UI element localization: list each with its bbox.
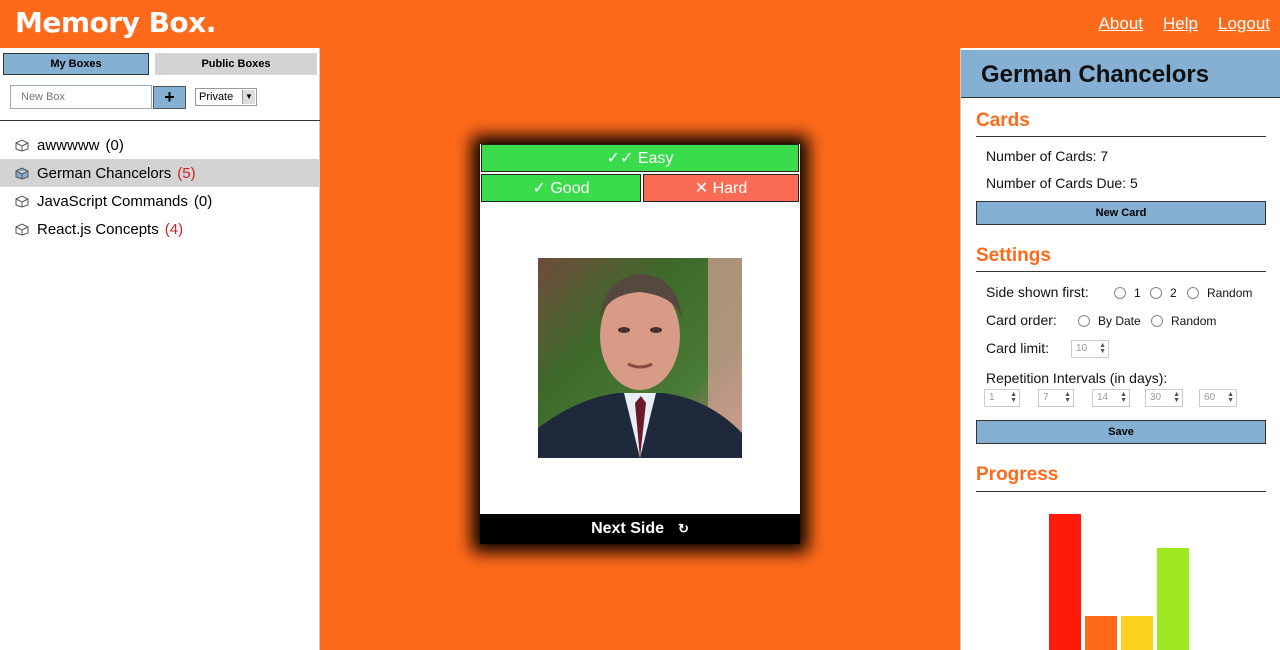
nav-help-link[interactable]: Help: [1163, 14, 1198, 34]
box-name: German Chancelors: [37, 164, 172, 182]
repetition-intervals-label: Repetition Intervals (in days):: [986, 370, 1168, 386]
hard-button[interactable]: ✕ Hard: [643, 174, 799, 202]
top-nav: About Help Logout: [1099, 14, 1270, 34]
app-logo: Memory Box.: [15, 6, 216, 39]
flashcard: ✓✓ Easy ✓ Good ✕ Hard Next Side ↻: [480, 144, 800, 544]
box-details-panel: German Chancelors Cards Number of Cards:…: [960, 48, 1280, 650]
card-portrait-image: [538, 258, 742, 458]
interval-value: 14: [1097, 392, 1109, 403]
settings-heading: Settings: [976, 245, 1051, 266]
box-item-german-chancelors[interactable]: German Chancelors (5): [0, 159, 320, 187]
side-2-radio[interactable]: [1150, 287, 1162, 299]
tab-public-boxes[interactable]: Public Boxes: [155, 53, 317, 75]
boxes-sidebar: My Boxes Public Boxes + Private ▼ awwwww…: [0, 48, 320, 650]
interval-2-input[interactable]: 7 ▲ ▼: [1038, 389, 1074, 407]
cards-heading: Cards: [976, 110, 1030, 131]
cards-rule: [976, 136, 1266, 137]
box-item-awwwww[interactable]: awwwww (0): [0, 131, 320, 159]
stepper-icon: ▲ ▼: [1173, 391, 1180, 404]
interval-value: 1: [989, 392, 995, 403]
box-due-count: (4): [164, 220, 184, 238]
box-count: (0): [105, 136, 124, 154]
progress-bar-2: [1085, 616, 1117, 650]
tab-my-boxes[interactable]: My Boxes: [3, 53, 149, 75]
progress-heading: Progress: [976, 464, 1059, 485]
box-title: German Chancelors: [961, 50, 1280, 98]
order-random-label: Random: [1171, 314, 1217, 328]
next-side-label: Next Side: [591, 520, 664, 537]
box-open-icon: [15, 167, 29, 180]
order-random-radio[interactable]: [1151, 315, 1163, 327]
progress-rule: [976, 491, 1266, 492]
app-header: Memory Box. About Help Logout: [0, 0, 1280, 48]
rotate-icon: ↻: [678, 521, 689, 536]
box-count: (0): [193, 192, 213, 210]
interval-1-input[interactable]: 1 ▲ ▼: [984, 389, 1020, 407]
box-name: React.js Concepts: [37, 220, 159, 238]
new-card-button[interactable]: New Card: [976, 201, 1266, 225]
stepper-icon: ▲ ▼: [1010, 391, 1017, 404]
interval-3-input[interactable]: 14 ▲ ▼: [1092, 389, 1130, 407]
progress-bar-4: [1157, 548, 1189, 650]
interval-value: 7: [1043, 392, 1049, 403]
good-button[interactable]: ✓ Good: [481, 174, 641, 202]
box-name: awwwww: [37, 136, 100, 154]
box-due-count: (5): [177, 164, 196, 182]
interval-value: 60: [1204, 392, 1216, 403]
privacy-select-value: Private: [199, 91, 234, 103]
card-limit-label: Card limit:: [986, 340, 1050, 356]
box-list: awwwww (0) German Chancelors (5) JavaScr…: [0, 131, 320, 243]
nav-about-link[interactable]: About: [1099, 14, 1143, 34]
interval-4-input[interactable]: 30 ▲ ▼: [1145, 389, 1183, 407]
stepper-icon: ▲ ▼: [1227, 391, 1234, 404]
privacy-select[interactable]: Private ▼: [195, 88, 257, 106]
easy-button[interactable]: ✓✓ Easy: [481, 144, 799, 172]
interval-value: 30: [1150, 392, 1162, 403]
next-side-button[interactable]: Next Side ↻: [480, 514, 800, 544]
select-arrow-icon: ▼: [242, 90, 255, 104]
number-of-cards: Number of Cards: 7: [986, 148, 1109, 164]
side-1-label: 1: [1134, 286, 1141, 300]
side-random-label: Random: [1207, 286, 1253, 300]
stepper-icon: ▲ ▼: [1064, 391, 1071, 404]
nav-logout-link[interactable]: Logout: [1218, 14, 1270, 34]
box-name: JavaScript Commands: [37, 192, 188, 210]
interval-5-input[interactable]: 60 ▲ ▼: [1199, 389, 1237, 407]
progress-bar-3: [1121, 616, 1153, 650]
box-item-javascript-commands[interactable]: JavaScript Commands (0): [0, 187, 320, 215]
side-2-label: 2: [1170, 286, 1177, 300]
sidebar-divider: [0, 120, 320, 121]
box-icon: [15, 195, 29, 208]
number-of-cards-due: Number of Cards Due: 5: [986, 175, 1138, 191]
box-icon: [15, 139, 29, 152]
card-order-label: Card order:: [986, 312, 1057, 328]
progress-bar-1: [1049, 514, 1081, 650]
save-settings-button[interactable]: Save: [976, 420, 1266, 444]
side-shown-first-label: Side shown first:: [986, 284, 1089, 300]
card-stage: ✓✓ Easy ✓ Good ✕ Hard Next Side ↻: [320, 48, 960, 650]
order-by-date-label: By Date: [1098, 314, 1141, 328]
side-random-radio[interactable]: [1187, 287, 1199, 299]
new-box-input[interactable]: [10, 85, 152, 109]
order-by-date-radio[interactable]: [1078, 315, 1090, 327]
box-icon: [15, 223, 29, 236]
stepper-icon: ▲ ▼: [1120, 391, 1127, 404]
box-tabs: My Boxes Public Boxes: [3, 53, 317, 75]
card-limit-value: 10: [1076, 343, 1088, 354]
settings-rule: [976, 271, 1266, 272]
add-box-button[interactable]: +: [153, 86, 186, 109]
progress-chart: [1049, 514, 1189, 650]
stepper-icon: ▲ ▼: [1099, 342, 1106, 355]
side-1-radio[interactable]: [1114, 287, 1126, 299]
box-item-reactjs-concepts[interactable]: React.js Concepts (4): [0, 215, 320, 243]
card-limit-input[interactable]: 10 ▲ ▼: [1071, 340, 1109, 358]
